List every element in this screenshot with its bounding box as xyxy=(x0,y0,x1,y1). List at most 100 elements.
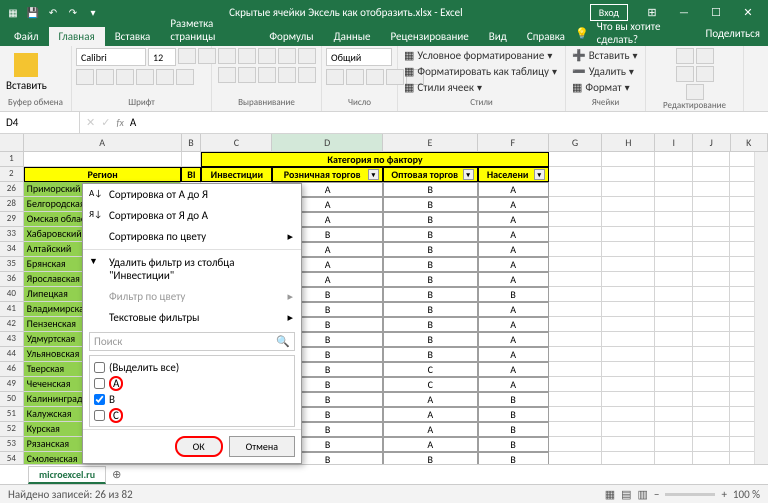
row-header[interactable]: 44 xyxy=(0,347,24,362)
row-header[interactable]: 54 xyxy=(0,452,24,464)
format-cells-button[interactable]: ▦Формат ▾ xyxy=(570,80,632,95)
data-cell[interactable]: B xyxy=(383,242,478,257)
currency-icon[interactable] xyxy=(326,69,344,85)
font-size-select[interactable] xyxy=(148,48,176,66)
wrap-icon[interactable] xyxy=(298,48,316,64)
filter-search-input[interactable]: Поиск🔍 xyxy=(89,332,295,351)
data-cell[interactable]: A xyxy=(383,392,478,407)
paste-button[interactable]: Вставить xyxy=(4,51,49,94)
row-header[interactable]: 40 xyxy=(0,287,24,302)
tab-review[interactable]: Рецензирование xyxy=(381,27,479,46)
format-table-button[interactable]: ▦Форматировать как таблицу ▾ xyxy=(402,64,559,79)
data-cell[interactable]: A xyxy=(478,377,549,392)
underline-icon[interactable] xyxy=(116,69,134,85)
data-cell[interactable]: A xyxy=(478,302,549,317)
tab-home[interactable]: Главная xyxy=(49,27,105,46)
fill-icon[interactable] xyxy=(676,66,694,82)
login-button[interactable]: Вход xyxy=(590,4,628,21)
vertical-scrollbar[interactable] xyxy=(754,152,768,464)
row-header[interactable]: 35 xyxy=(0,257,24,272)
sort-icon[interactable] xyxy=(696,48,714,64)
data-cell[interactable]: A xyxy=(478,332,549,347)
zoom-out-icon[interactable]: − xyxy=(654,488,659,501)
sort-za-item[interactable]: Я↓Сортировка от Я до А xyxy=(83,205,301,226)
filter-dropdown-icon[interactable]: ▾ xyxy=(368,169,379,180)
row-header[interactable]: 41 xyxy=(0,302,24,317)
zoom-level[interactable]: 100 % xyxy=(733,488,760,501)
text-filters-item[interactable]: Текстовые фильтры▸ xyxy=(83,307,301,328)
row-header[interactable]: 34 xyxy=(0,242,24,257)
merge-icon[interactable] xyxy=(298,67,316,83)
data-cell[interactable]: A xyxy=(383,422,478,437)
data-cell[interactable]: A xyxy=(478,272,549,287)
row-header[interactable]: 29 xyxy=(0,212,24,227)
tab-file[interactable]: Файл xyxy=(4,27,49,46)
grow-font-icon[interactable] xyxy=(178,48,196,64)
share-button[interactable]: Поделиться xyxy=(705,27,760,40)
data-cell[interactable]: B xyxy=(383,182,478,197)
data-cell[interactable]: B xyxy=(383,212,478,227)
row-header[interactable]: 36 xyxy=(0,272,24,287)
border-icon[interactable] xyxy=(136,69,154,85)
sort-az-item[interactable]: A↓Сортировка от А до Я xyxy=(83,184,301,205)
col-header[interactable]: C xyxy=(201,134,272,152)
row-header[interactable]: 51 xyxy=(0,407,24,422)
row-header[interactable]: 28 xyxy=(0,197,24,212)
col-header[interactable]: J xyxy=(693,134,731,152)
tab-data[interactable]: Данные xyxy=(324,27,381,46)
filter-dropdown-icon[interactable]: ▾ xyxy=(463,169,474,180)
cell-styles-button[interactable]: ▦Стили ячеек ▾ xyxy=(402,80,484,95)
data-cell[interactable]: B xyxy=(478,452,549,464)
new-sheet-icon[interactable]: ⊕ xyxy=(106,468,127,481)
clear-filter-item[interactable]: ▼Удалить фильтр из столбца "Инвестиции" xyxy=(83,252,301,286)
row-header[interactable]: 46 xyxy=(0,362,24,377)
undo-icon[interactable]: ↶ xyxy=(44,3,62,21)
tab-layout[interactable]: Разметка страницы xyxy=(160,14,259,46)
data-cell[interactable]: B xyxy=(383,302,478,317)
check-b[interactable]: B xyxy=(94,392,290,407)
ok-button[interactable]: ОК xyxy=(175,436,223,457)
sort-color-item[interactable]: Сортировка по цвету▸ xyxy=(83,226,301,247)
col-header[interactable]: A xyxy=(24,134,182,152)
row-header[interactable]: 43 xyxy=(0,332,24,347)
data-cell[interactable]: A xyxy=(383,407,478,422)
number-format-select[interactable] xyxy=(326,48,392,66)
redo-icon[interactable]: ↷ xyxy=(64,3,82,21)
data-cell[interactable]: B xyxy=(383,227,478,242)
check-c[interactable]: C xyxy=(94,407,290,424)
data-cell[interactable]: A xyxy=(478,212,549,227)
tellme-input[interactable]: Что вы хотите сделать? xyxy=(597,20,678,46)
orientation-icon[interactable] xyxy=(278,48,296,64)
data-cell[interactable]: A xyxy=(383,437,478,452)
zoom-slider[interactable] xyxy=(665,493,715,496)
row-header[interactable]: 26 xyxy=(0,182,24,197)
align-left-icon[interactable] xyxy=(218,67,236,83)
select-all-corner[interactable] xyxy=(0,134,24,152)
fx-icon[interactable]: fx xyxy=(116,116,123,129)
data-cell[interactable]: A xyxy=(478,362,549,377)
data-cell[interactable]: A xyxy=(478,182,549,197)
data-cell[interactable]: C xyxy=(383,377,478,392)
data-cell[interactable]: B xyxy=(383,287,478,302)
sheet-tab[interactable]: microexcel.ru xyxy=(28,466,106,484)
data-cell[interactable]: B xyxy=(383,452,478,464)
row-header[interactable]: 33 xyxy=(0,227,24,242)
col-header[interactable]: I xyxy=(655,134,693,152)
col-header[interactable]: B xyxy=(182,134,202,152)
tab-help[interactable]: Справка xyxy=(517,27,575,46)
view-break-icon[interactable]: ▥ xyxy=(638,488,648,501)
data-cell[interactable]: A xyxy=(478,317,549,332)
row-header[interactable]: 50 xyxy=(0,392,24,407)
data-cell[interactable]: A xyxy=(478,242,549,257)
find-icon[interactable] xyxy=(696,66,714,82)
row-header[interactable]: 2 xyxy=(0,167,24,182)
data-cell[interactable]: B xyxy=(383,257,478,272)
check-select-all[interactable]: (Выделить все) xyxy=(94,360,290,375)
col-header[interactable]: D xyxy=(272,134,383,152)
view-normal-icon[interactable]: ▦ xyxy=(605,488,615,501)
font-name-select[interactable] xyxy=(76,48,146,66)
align-right-icon[interactable] xyxy=(258,67,276,83)
align-top-icon[interactable] xyxy=(218,48,236,64)
data-cell[interactable]: A xyxy=(478,197,549,212)
col-header[interactable]: F xyxy=(478,134,549,152)
